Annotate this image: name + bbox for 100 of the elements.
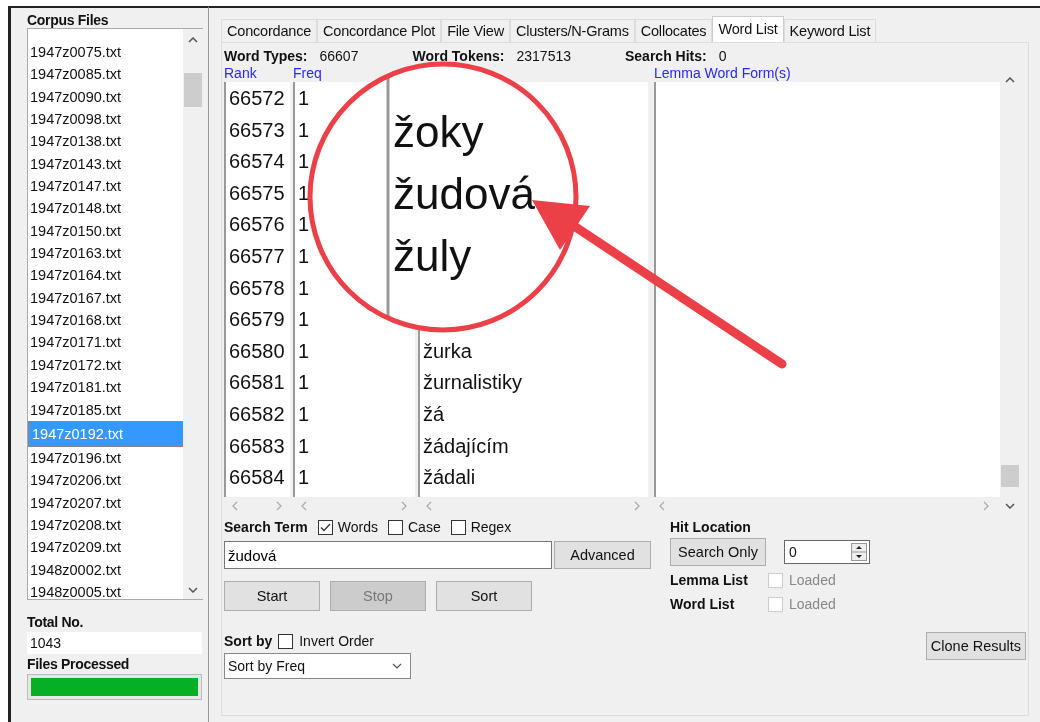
file-item[interactable]: 1947z0085.txt [28, 63, 122, 86]
word-cell-text: žá [422, 401, 445, 427]
freq-cell-text: 1 [297, 465, 310, 491]
tab[interactable]: Clusters/N-Grams [509, 19, 635, 42]
magnified-word: žudová [393, 169, 535, 218]
file-item[interactable]: 1947z0208.txt [28, 513, 122, 537]
freq-cell-text: 1 [297, 86, 310, 111]
checkbox[interactable] [450, 519, 466, 535]
scroll-right-icon[interactable] [983, 501, 989, 511]
checkbox[interactable] [317, 519, 333, 535]
freq-cell-text: 1 [297, 243, 310, 269]
magnified-word: žuly [393, 231, 472, 280]
file-item[interactable]: 1947z0167.txt [28, 286, 122, 310]
scroll-right-icon[interactable] [634, 501, 640, 511]
hit-location-label: Hit Location [670, 519, 752, 535]
file-item[interactable]: 1947z0148.txt [28, 197, 122, 220]
file-item[interactable]: 1947z0075.txt [28, 41, 122, 64]
checkbox-label: Loaded [789, 596, 836, 612]
tab[interactable]: Collocates [634, 19, 713, 42]
rank-cell-text: 66572 [228, 86, 285, 111]
checkbox-label: Regex [470, 519, 512, 535]
file-item[interactable]: 1947z0171.txt [28, 331, 122, 354]
column-header[interactable]: Freq [293, 67, 322, 82]
stat-label: Word Types: [224, 48, 308, 64]
file-item[interactable]: 1947z0143.txt [28, 152, 122, 176]
word-cell-text: žurka [422, 338, 472, 364]
file-item[interactable]: 1947z0207.txt [28, 491, 122, 514]
stat-value: 2317513 [516, 48, 571, 64]
file-item[interactable]: 1947z0181.txt [28, 376, 122, 399]
checkbox[interactable] [388, 519, 403, 535]
rank-cell-text: 66573 [228, 117, 285, 143]
rank-cell-text: 66582 [228, 401, 285, 427]
file-item[interactable]: 1947z0163.txt [28, 242, 122, 265]
freq-cell-text: 1 [297, 433, 310, 459]
total-field: 1043 [27, 632, 202, 654]
action-button[interactable]: Start [224, 581, 320, 611]
tab[interactable]: File View [441, 19, 510, 42]
advanced-button[interactable]: Advanced [554, 541, 651, 569]
file-item[interactable]: 1947z0090.txt [28, 85, 122, 109]
scrollbar-thumb[interactable] [1001, 465, 1019, 487]
file-item[interactable]: 1947z0209.txt [28, 536, 122, 559]
checkbox-label: Words [337, 519, 378, 535]
number-spinner[interactable]: 0 [784, 540, 870, 564]
checkbox-label: Loaded [789, 572, 836, 588]
rank-cell-text: 66574 [228, 149, 285, 175]
word-cell-text: žádajícím [422, 433, 509, 459]
tab[interactable]: Word List [712, 16, 784, 42]
tab[interactable]: Keyword List [783, 19, 877, 42]
scroll-left-icon[interactable] [659, 501, 665, 511]
scroll-left-icon[interactable] [426, 501, 432, 511]
file-item[interactable]: 1947z0147.txt [28, 175, 122, 198]
scroll-up-icon[interactable] [188, 37, 198, 43]
scroll-left-icon[interactable] [232, 501, 238, 511]
file-item[interactable]: 1947z0172.txt [28, 353, 122, 377]
search-field[interactable]: žudová [224, 541, 552, 569]
scroll-right-icon[interactable] [401, 501, 407, 511]
file-item[interactable]: 1947z0168.txt [28, 309, 122, 332]
freq-cell-text: 1 [297, 117, 310, 143]
sort-dropdown[interactable]: Sort by Freq [224, 653, 411, 679]
column-header[interactable]: Rank [224, 67, 257, 82]
spinner-arrows-icon[interactable] [851, 543, 867, 561]
file-item[interactable]: 1947z0150.txt [28, 219, 122, 243]
file-item[interactable]: 1948z0005.txt [28, 580, 122, 599]
processed-label: Files Processed [27, 656, 131, 672]
file-item[interactable]: 1947z0185.txt [28, 398, 122, 421]
list-label: Lemma List [670, 572, 749, 588]
rank-cell-text: 66579 [228, 307, 285, 333]
stat-label: Word Tokens: [412, 48, 505, 64]
tab[interactable]: Concordance [221, 19, 318, 42]
scroll-right-icon[interactable] [276, 501, 282, 511]
file-item[interactable]: 1947z0138.txt [28, 130, 122, 153]
word-cell-text: žádali [422, 465, 476, 491]
freq-cell-text: 1 [297, 370, 310, 396]
scroll-up-icon[interactable] [1005, 77, 1015, 83]
file-item[interactable]: 1947z0196.txt [28, 446, 122, 470]
file-item[interactable]: 1947z0206.txt [28, 469, 122, 492]
rank-cell-text: 66575 [228, 180, 285, 206]
file-item[interactable]: 1947z0164.txt [28, 264, 122, 287]
freq-cell-text: 1 [297, 180, 310, 206]
rank-cell-text: 66583 [228, 433, 285, 459]
tab[interactable]: Concordance Plot [317, 19, 442, 42]
panel-title: Corpus Files [27, 12, 110, 28]
scroll-down-icon[interactable] [1005, 503, 1015, 509]
file-item[interactable]: 1947z0098.txt [28, 108, 122, 131]
scrollbar-thumb[interactable] [184, 73, 202, 107]
rank-cell-text: 66578 [228, 275, 285, 301]
action-button[interactable]: Sort [436, 581, 532, 611]
sort-by-label: Sort by [224, 633, 273, 649]
word-cell-text: žurnalistiky [422, 370, 522, 396]
rank-cell-text: 66581 [228, 370, 285, 396]
clone-results-button[interactable]: Clone Results [926, 632, 1026, 660]
rank-cell-text: 66577 [228, 243, 285, 269]
checkbox[interactable] [278, 633, 294, 649]
search-only-button[interactable]: Search Only [670, 538, 766, 566]
freq-cell-text: 1 [297, 149, 310, 175]
scroll-down-icon[interactable] [188, 587, 198, 593]
stat-value: 0 [718, 48, 727, 64]
column-header[interactable]: Lemma Word Form(s) [654, 67, 791, 82]
scroll-left-icon[interactable] [301, 501, 307, 511]
file-item[interactable]: 1948z0002.txt [28, 558, 122, 581]
